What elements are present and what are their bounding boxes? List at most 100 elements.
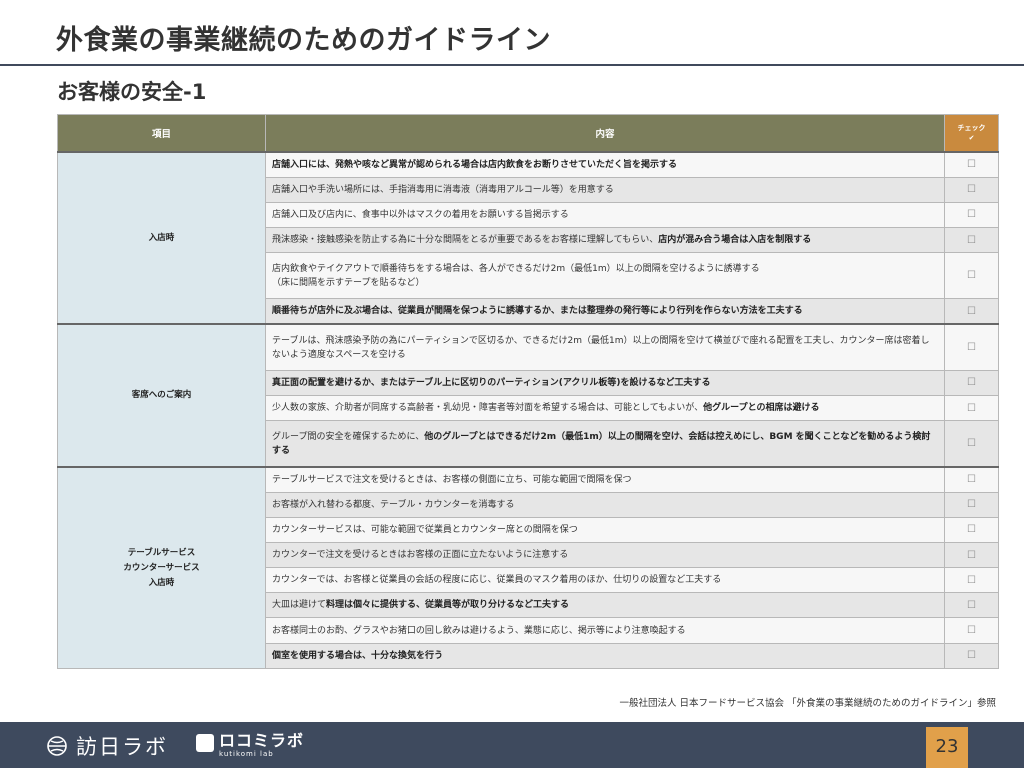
checkbox-cell[interactable]: ☐ — [944, 541, 999, 569]
globe-logo-icon — [47, 736, 67, 756]
checkbox-cell[interactable]: ☐ — [944, 252, 999, 300]
item-text: カウンターで注文を受けるときはお客様の正面に立たないように注意する — [272, 550, 569, 561]
category-cell: 客席へのご案内 — [57, 323, 266, 468]
table-row: テーブルサービス カウンターサービス 入店時 テーブルサービスで注文を受けるときは、お… — [57, 466, 999, 670]
checkbox-icon[interactable]: ☐ — [967, 235, 976, 246]
checkbox-cell[interactable]: ☐ — [944, 420, 999, 468]
checkbox-cell[interactable]: ☐ — [944, 567, 999, 594]
checkbox-cell[interactable]: ☐ — [944, 642, 999, 670]
checkbox-cell[interactable]: ☐ — [944, 592, 999, 619]
item-text: テーブルサービスで注文を受けるときは、お客様の側面に立ち、可能な範囲で間隔を保つ — [272, 474, 632, 485]
table-row: 入店時 店舗入口には、発熱や咳など異常が認められる場合は店内飲食をお断りさせていた… — [57, 150, 999, 325]
checkbox-cell[interactable]: ☐ — [944, 176, 999, 203]
checkbox-cell[interactable]: ☐ — [944, 150, 999, 178]
guideline-item: お客様同士のお酌、グラスやお猪口の回し飲みは避けるよう、業態に応じ、掲示等により… — [265, 617, 945, 644]
item-text-bold: 店内が混み合う場合は入店を制限する — [658, 235, 812, 246]
checkbox-icon[interactable]: ☐ — [967, 342, 976, 353]
guideline-item: 個室を使用する場合は、十分な換気を行う — [265, 642, 945, 670]
guideline-item: 大皿は避けて料理は個々に提供する、従業員等が取り分けるなど工夫する — [265, 592, 945, 619]
checkbox-cell[interactable]: ☐ — [944, 491, 999, 518]
section-subtitle: お客様の安全-1 — [57, 80, 207, 104]
guideline-item: グループ間の安全を確保するために、他のグループとはできるだけ2m（最低1m）以上… — [265, 420, 945, 468]
header-content: 内容 — [265, 114, 945, 153]
guideline-item: 店舗入口及び店内に、食事中以外はマスクの着用をお願いする旨掲示する — [265, 201, 945, 228]
item-text: グループ間の安全を確保するために、 — [272, 431, 425, 442]
checkbox-cell[interactable]: ☐ — [944, 516, 999, 544]
checkbox-cell[interactable]: ☐ — [944, 369, 999, 397]
item-text-bold: 順番待ちが店外に及ぶ場合は、従業員が間隔を保つように誘導するか、または整理券の発… — [272, 306, 803, 317]
checkbox-cell[interactable]: ☐ — [944, 617, 999, 644]
item-text: 飛沫感染・接触感染を防止する為に十分な間隔をとるが重要であるをお客様に理解しても… — [272, 235, 659, 246]
guideline-item: カウンターサービスは、可能な範囲で従業員とカウンター席との間隔を保つ — [265, 516, 945, 544]
item-text-bold: 他グループとの相席は避ける — [703, 403, 820, 414]
item-text: 少人数の家族、介助者が同席する高齢者・乳幼児・障害者等対面を希望する場合は、可能… — [272, 403, 704, 414]
item-text: 店内飲食やテイクアウトで順番待ちをする場合は、各人ができるだけ2m（最低1m）以… — [272, 263, 760, 288]
guideline-item: 飛沫感染・接触感染を防止する為に十分な間隔をとるが重要であるをお客様に理解しても… — [265, 226, 945, 254]
category-cell: 入店時 — [57, 150, 266, 325]
item-text-bold: 真正面の配置を避けるか、またはテーブル上に区切りのパーティション(アクリル板等)… — [272, 377, 711, 388]
item-text-bold: 店舗入口には、発熱や咳など異常が認められる場合は店内飲食をお断りさせていただく旨… — [272, 159, 678, 170]
guideline-item: 少人数の家族、介助者が同席する高齢者・乳幼児・障害者等対面を希望する場合は、可能… — [265, 395, 945, 422]
page-number: 23 — [926, 727, 968, 768]
title-divider — [0, 64, 1024, 66]
checkbox-icon[interactable]: ☐ — [967, 550, 976, 561]
guideline-item: テーブルは、飛沫感染予防の為にパーティションで区切るか、できるだけ2m（最低1m… — [265, 323, 945, 371]
item-text: カウンターサービスは、可能な範囲で従業員とカウンター席との間隔を保つ — [272, 524, 578, 535]
checkbox-icon[interactable]: ☐ — [967, 306, 976, 317]
checkbox-cell[interactable]: ☐ — [944, 466, 999, 493]
checkbox-icon[interactable]: ☐ — [967, 499, 976, 510]
speech-bubble-logo-icon — [196, 734, 214, 752]
header-category: 項目 — [57, 114, 266, 153]
checkbox-icon[interactable]: ☐ — [967, 159, 976, 170]
guideline-item: 店内飲食やテイクアウトで順番待ちをする場合は、各人ができるだけ2m（最低1m）以… — [265, 252, 945, 300]
guideline-item: 順番待ちが店外に及ぶ場合は、従業員が間隔を保つように誘導するか、または整理券の発… — [265, 298, 945, 325]
checkbox-icon[interactable]: ☐ — [967, 403, 976, 414]
logo2-subtext: kutikomi lab — [219, 750, 274, 758]
page-title: 外食業の事業継続のためのガイドライン — [56, 25, 551, 56]
category-label: 入店時 — [148, 232, 175, 243]
category-label: カウンターサービス — [123, 562, 200, 573]
checkbox-icon[interactable]: ☐ — [967, 474, 976, 485]
header-check-label: チェック — [957, 124, 986, 132]
logo1-text: 訪日ラボ — [76, 735, 168, 759]
checkbox-icon[interactable]: ☐ — [967, 438, 976, 449]
category-cell: テーブルサービス カウンターサービス 入店時 — [57, 466, 266, 670]
category-label: 客席へのご案内 — [131, 390, 192, 401]
checkbox-cell[interactable]: ☐ — [944, 298, 999, 325]
guideline-item: お客様が入れ替わる都度、テーブル・カウンターを消毒する — [265, 491, 945, 518]
checkbox-icon[interactable]: ☐ — [967, 625, 976, 636]
checkbox-cell[interactable]: ☐ — [944, 395, 999, 422]
checkbox-cell[interactable]: ☐ — [944, 201, 999, 228]
table-header-row: 項目 内容 チェック ✔ — [57, 114, 999, 153]
table-row: 客席へのご案内 テーブルは、飛沫感染予防の為にパーティションで区切るか、できるだけ… — [57, 323, 999, 468]
checkbox-cell[interactable]: ☐ — [944, 226, 999, 254]
checkbox-icon[interactable]: ☐ — [967, 524, 976, 535]
guideline-item: カウンターでは、お客様と従業員の会話の程度に応じ、従業員のマスク着用のほか、仕切… — [265, 567, 945, 594]
guideline-item: 真正面の配置を避けるか、またはテーブル上に区切りのパーティション(アクリル板等)… — [265, 369, 945, 397]
category-label: 入店時 — [148, 577, 175, 588]
checkbox-icon[interactable]: ☐ — [967, 270, 976, 281]
item-text-bold: 個室を使用する場合は、十分な換気を行う — [272, 650, 444, 661]
houjin-lab-logo: 訪日ラボ — [46, 731, 168, 761]
checkbox-icon[interactable]: ☐ — [967, 377, 976, 388]
reference-note: 一般社団法人 日本フードサービス協会 「外食業の事業継続のためのガイドライン」参… — [619, 698, 996, 709]
guideline-item: カウンターで注文を受けるときはお客様の正面に立たないように注意する — [265, 541, 945, 569]
checkbox-icon[interactable]: ☐ — [967, 575, 976, 586]
guideline-item: テーブルサービスで注文を受けるときは、お客様の側面に立ち、可能な範囲で間隔を保つ — [265, 466, 945, 493]
checkbox-icon[interactable]: ☐ — [967, 184, 976, 195]
item-text: 店舗入口や手洗い場所には、手指消毒用に消毒液（消毒用アルコール等）を用意する — [272, 184, 614, 195]
guideline-item: 店舗入口には、発熱や咳など異常が認められる場合は店内飲食をお断りさせていただく旨… — [265, 150, 945, 178]
kutikomi-lab-logo: ロコミラボ kutikomi lab — [196, 732, 304, 759]
logo2-text: ロコミラボ — [219, 731, 305, 750]
item-text: お客様が入れ替わる都度、テーブル・カウンターを消毒する — [272, 499, 515, 510]
item-text: カウンターでは、お客様と従業員の会話の程度に応じ、従業員のマスク着用のほか、仕切… — [272, 575, 722, 586]
guideline-item: 店舗入口や手洗い場所には、手指消毒用に消毒液（消毒用アルコール等）を用意する — [265, 176, 945, 203]
header-check: チェック ✔ — [944, 114, 999, 153]
category-label: テーブルサービス — [127, 547, 196, 558]
checkbox-icon[interactable]: ☐ — [967, 600, 976, 611]
checkbox-icon[interactable]: ☐ — [967, 209, 976, 220]
item-text: テーブルは、飛沫感染予防の為にパーティションで区切るか、できるだけ2m（最低1m… — [272, 335, 930, 360]
checkbox-icon[interactable]: ☐ — [967, 650, 976, 661]
checkbox-cell[interactable]: ☐ — [944, 323, 999, 371]
guideline-table: 項目 内容 チェック ✔ 入店時 店舗入口には、発熱や咳など異常が認められる場合は… — [57, 114, 999, 670]
